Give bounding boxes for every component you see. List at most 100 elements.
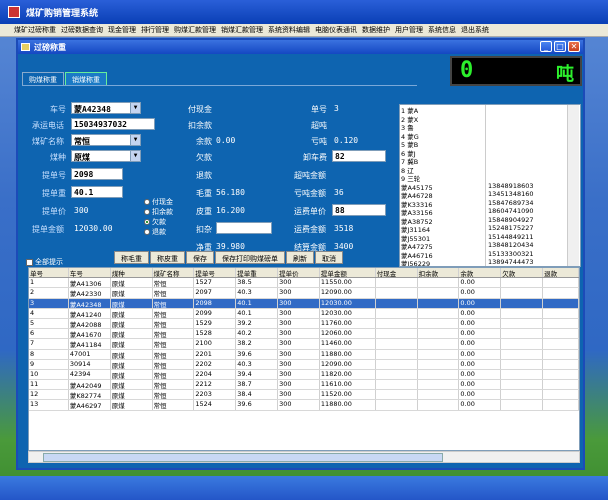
list-item[interactable]: 4 蒙G <box>400 130 580 141</box>
check-all-toggle[interactable]: 全部提示 <box>26 257 63 267</box>
mine-select[interactable]: 常恒 ▼ <box>71 134 141 146</box>
phone-field[interactable]: 15034937032 <box>71 118 155 130</box>
column-header[interactable]: 提单价 <box>278 268 320 278</box>
save-print-button[interactable]: 保存打印购煤磅单 <box>215 251 285 264</box>
list-cell <box>486 139 566 148</box>
menu-item[interactable]: 用户管理 <box>395 24 428 36</box>
radio-paycash[interactable]: 付现金 <box>144 197 173 207</box>
table-cell <box>501 318 544 329</box>
table-row[interactable]: 4 蒙A41240 原煤 常恒 2099 40.1 300 12030.00 0.00 <box>29 308 579 319</box>
menu-item[interactable]: 数据维护 <box>362 24 395 36</box>
column-header[interactable]: 欠款 <box>501 268 544 278</box>
plate-phone-list[interactable]: 1 蒙A 2 蒙X 3 鲁4 蒙G 5 蒙B 6 蒙J 7 冀B 8 辽9 三轮 蒙A4517… <box>399 104 581 267</box>
menu-item[interactable]: 煤矿过磅称重 <box>14 24 61 36</box>
column-header[interactable]: 余款 <box>459 268 502 278</box>
menu-item[interactable]: 电脑仪表通讯 <box>315 24 362 36</box>
list-item[interactable]: 蒙A47275 13848120434 <box>400 241 580 251</box>
weigh-gross-button[interactable]: 称毛重 <box>114 251 149 264</box>
refresh-button[interactable]: 刷新 <box>286 251 314 264</box>
grid-horizontal-scrollbar[interactable] <box>28 451 580 463</box>
radio-debt[interactable]: 欠款 <box>144 217 173 227</box>
table-row[interactable]: 3 蒙A42348 原煤 常恒 2098 40.1 300 12030.00 0.00 <box>29 298 579 309</box>
column-header[interactable]: 煤种 <box>111 268 153 278</box>
table-row[interactable]: 10 42394 原煤 常恒 2204 39.4 300 11820.00 0.00 <box>29 369 579 381</box>
list-scrollbar[interactable] <box>567 105 579 266</box>
menu-item[interactable]: 过磅数据查询 <box>61 24 108 36</box>
list-item[interactable]: 8 辽 <box>400 164 580 175</box>
freight-price-field[interactable]: 88 <box>332 204 386 216</box>
menu-item[interactable]: 系统资料编辑 <box>268 24 315 36</box>
table-row[interactable]: 7 蒙A41184 原煤 常恒 2100 38.2 300 11460.00 0.00 <box>29 339 579 350</box>
bill-field[interactable]: 2098 <box>71 168 123 180</box>
menu-item[interactable]: 退出系统 <box>461 24 494 36</box>
menu-item[interactable]: 购煤汇款管理 <box>174 24 221 36</box>
column-header[interactable]: 煤矿名称 <box>153 268 195 278</box>
menu-item[interactable]: 系统信息 <box>428 24 461 36</box>
tab-purchase-weighing[interactable]: 购煤称重 <box>22 72 64 85</box>
list-item[interactable]: 蒙J31164 15248175227 <box>400 224 580 234</box>
menu-item[interactable]: 现金管理 <box>108 24 141 36</box>
table-row[interactable]: 12 蒙K82774 原煤 常恒 2203 38.4 300 11520.00 0.00 <box>29 390 579 401</box>
list-item[interactable]: 1 蒙A <box>400 105 580 115</box>
radio-deduct[interactable]: 扣余款 <box>144 207 173 217</box>
minimize-button[interactable]: _ <box>540 41 552 52</box>
list-item[interactable]: 9 三轮 <box>400 173 580 183</box>
table-cell: 11550.00 <box>320 278 376 288</box>
table-row[interactable]: 13 蒙A46297 原煤 常恒 1524 39.6 300 11880.00 0.00 <box>29 400 579 411</box>
menu-item[interactable]: 销煤汇款管理 <box>221 24 268 36</box>
table-row[interactable]: 8 47001 原煤 常恒 2201 39.6 300 11880.00 0.00 <box>29 349 579 360</box>
mine-value: 常恒 <box>74 137 90 146</box>
list-cell: 15133300321 <box>488 249 534 258</box>
table-row[interactable]: 2 蒙A42330 原煤 常恒 2097 40.3 300 12090.00 0.00 <box>29 288 579 299</box>
list-item[interactable]: 5 蒙B <box>400 139 580 149</box>
column-header[interactable]: 付现金 <box>376 268 418 278</box>
list-item[interactable]: 3 鲁 <box>400 122 580 132</box>
cancel-button[interactable]: 取消 <box>315 251 343 264</box>
list-cell <box>486 122 566 131</box>
tab-sales-weighing[interactable]: 销煤称重 <box>65 72 107 85</box>
chevron-down-icon[interactable]: ▼ <box>130 135 140 145</box>
column-header[interactable]: 扣余款 <box>418 268 460 278</box>
table-row[interactable]: 6 蒙A41670 原煤 常恒 1528 40.2 300 12060.00 0.00 <box>29 329 579 340</box>
table-row[interactable]: 1 蒙A41306 原煤 常恒 1527 38.5 300 11550.00 0.00 <box>29 278 579 289</box>
list-item[interactable]: 蒙A38752 15848904927 <box>400 215 580 226</box>
scrollbar-thumb[interactable] <box>43 453 443 462</box>
list-item[interactable]: 蒙K33316 15847689734 <box>400 198 580 209</box>
table-row[interactable]: 11 蒙A42049 原煤 常恒 2212 38.7 300 11610.00 0.00 <box>29 380 579 391</box>
menu-item[interactable]: 排行管理 <box>141 24 174 36</box>
list-item[interactable]: 6 蒙J <box>400 147 580 158</box>
column-header[interactable]: 单号 <box>29 268 69 278</box>
list-cell: 6 蒙J <box>400 147 486 158</box>
list-cell: 7 冀B <box>400 156 486 166</box>
column-header[interactable]: 提单号 <box>194 268 237 278</box>
list-item[interactable]: 蒙J56229 13894744473 <box>400 258 580 266</box>
column-header[interactable]: 车号 <box>69 268 111 278</box>
unload-field[interactable]: 82 <box>332 150 386 162</box>
table-row[interactable]: 5 蒙A42088 原煤 常恒 1529 39.2 300 11760.00 0.00 <box>29 318 579 330</box>
chevron-down-icon[interactable]: ▼ <box>130 103 140 113</box>
deduct-weight-field[interactable] <box>216 222 272 234</box>
weigh-tare-button[interactable]: 称皮重 <box>150 251 185 264</box>
list-item[interactable]: 蒙A33156 18604741090 <box>400 207 580 217</box>
list-item[interactable]: 7 冀B <box>400 156 580 166</box>
list-item[interactable]: 蒙A46716 15133300321 <box>400 249 580 260</box>
list-item[interactable]: 蒙A45175 13848918603 <box>400 181 580 192</box>
table-cell: 11610.00 <box>320 380 376 390</box>
list-item[interactable]: 蒙J55301 15144849211 <box>400 232 580 243</box>
list-item[interactable]: 2 蒙X <box>400 113 580 124</box>
column-header[interactable]: 提单金额 <box>320 268 376 278</box>
maximize-button[interactable]: □ <box>554 41 566 52</box>
column-header[interactable]: 提单重 <box>236 268 279 278</box>
plate-select[interactable]: 蒙A42348 ▼ <box>71 102 141 114</box>
column-header[interactable]: 退款 <box>543 268 579 278</box>
bill-weight-field[interactable]: 40.1 <box>71 186 123 198</box>
chevron-down-icon[interactable]: ▼ <box>130 151 140 161</box>
save-button[interactable]: 保存 <box>186 251 214 264</box>
table-row[interactable]: 9 30914 原煤 常恒 2202 40.3 300 12090.00 0.00 <box>29 359 579 370</box>
radio-refund[interactable]: 退款 <box>144 227 173 237</box>
list-item[interactable]: 蒙A46728 13451348160 <box>400 190 580 200</box>
coal-select[interactable]: 原煤 ▼ <box>71 150 141 162</box>
list-cell <box>486 148 566 157</box>
table-cell: 常恒 <box>153 308 195 318</box>
close-button[interactable]: ✕ <box>568 41 580 52</box>
